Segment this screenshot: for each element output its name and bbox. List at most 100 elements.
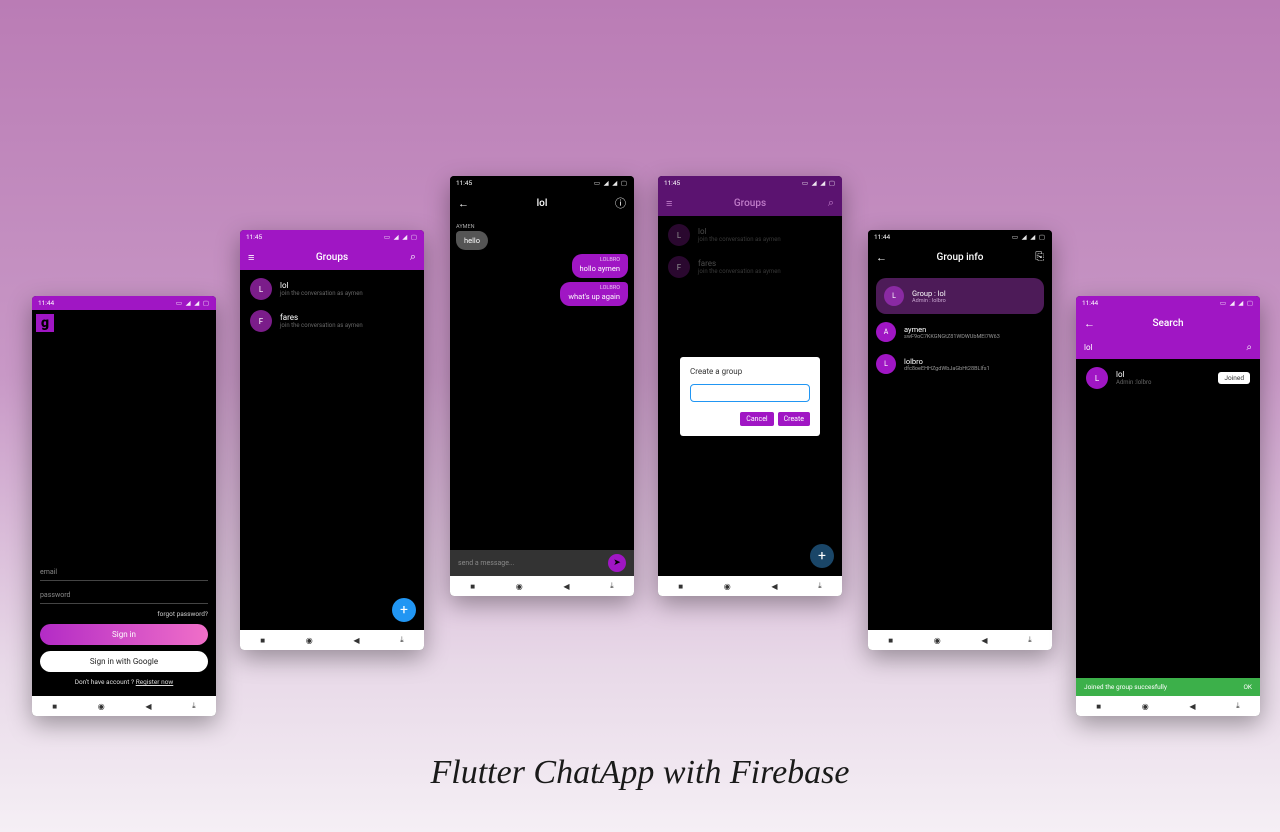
create-group-dialog: Create a group Cancel Create [680,357,820,436]
group-name-input[interactable] [690,384,810,402]
search-icon[interactable]: ⌕ [410,250,416,264]
signin-button[interactable]: Sign in [40,624,208,645]
android-navbar: ■ ◉ ◀ ⤓ [240,630,424,650]
joined-chip[interactable]: Joined [1218,372,1250,384]
dialog-scrim: Create a group Cancel Create [658,216,842,576]
group-name: fares [280,313,363,322]
group-row[interactable]: L lol join the conversation as aymen [250,278,414,300]
search-icon[interactable]: ⌕ [828,196,834,210]
dialog-body: L lol join the conversation as aymen F f… [658,216,842,576]
message-out: LOLBRO what's up again [560,282,628,306]
appbar-title: lol [537,198,548,209]
screen-group-info: 11:44 ▭ ◢ ◢ ▢ ← Group info ⎘ L Group : l… [868,230,1052,650]
nav-home-icon[interactable]: ◉ [934,636,941,645]
message-out: LOLBRO hollo aymen [572,254,628,278]
menu-icon[interactable]: ≡ [248,251,254,264]
nav-home-icon[interactable]: ◉ [1142,702,1149,711]
appbar-title: Groups [734,198,766,209]
email-field[interactable]: email [40,564,208,581]
create-button[interactable]: Create [778,412,810,426]
menu-icon[interactable]: ≡ [666,197,672,210]
status-bar: 11:44 ▭ ◢ ◢ ▢ [1076,296,1260,310]
screen-search: 11:44 ▭ ◢ ◢ ▢ ← Search lol ⌕ L lol Admin… [1076,296,1260,716]
nav-home-icon[interactable]: ◉ [306,636,313,645]
search-icon[interactable]: ⌕ [1246,342,1252,353]
status-bar: 11:44 ▭ ◢ ◢ ▢ [32,296,216,310]
status-time: 11:45 [456,179,472,187]
group-avatar: F [250,310,272,332]
nav-recents-icon[interactable]: ■ [1096,702,1101,711]
nav-recents-icon[interactable]: ■ [888,636,893,645]
result-name: lol [1116,370,1210,379]
register-link[interactable]: Register now [136,678,174,686]
nav-back-icon[interactable]: ◀ [981,636,987,645]
groups-body: L lol join the conversation as aymen F f… [240,270,424,630]
nav-recents-icon[interactable]: ■ [52,702,57,711]
back-icon[interactable]: ← [876,251,887,264]
appbar-search: ← Search [1076,310,1260,336]
message-text: hello [456,231,488,250]
status-time: 11:45 [664,179,680,187]
nav-down-icon[interactable]: ⤓ [192,701,196,711]
nav-home-icon[interactable]: ◉ [724,582,731,591]
add-group-fab[interactable]: + [810,544,834,568]
nav-back-icon[interactable]: ◀ [353,636,359,645]
nav-back-icon[interactable]: ◀ [771,582,777,591]
search-input[interactable]: lol [1084,343,1246,352]
showcase-caption: Flutter ChatApp with Firebase [0,754,1280,792]
info-icon[interactable]: ⓘ [615,195,626,211]
status-icons: ▭ ◢ ◢ ▢ [1012,233,1046,241]
status-time: 11:45 [246,233,262,241]
cancel-button[interactable]: Cancel [740,412,773,426]
app-logo: g [36,314,54,332]
nav-down-icon[interactable]: ⤓ [818,581,822,591]
android-navbar: ■ ◉ ◀ ⤓ [32,696,216,716]
send-button[interactable]: ➤ [608,554,626,572]
member-avatar: L [876,354,896,374]
nav-back-icon[interactable]: ◀ [563,582,569,591]
message-composer: send a message... ➤ [450,550,634,576]
nav-down-icon[interactable]: ⤓ [610,581,614,591]
dialog-title: Create a group [690,367,810,376]
nav-back-icon[interactable]: ◀ [145,702,151,711]
snackbar-text: Joined the group succesfully [1084,683,1167,691]
member-row[interactable]: L lolbro dfc8oeEHHZgdWbJaGbHt28BLlfs1 [876,354,1044,374]
appbar-groups: ≡ Groups ⌕ [240,244,424,270]
search-body: L lol Admin :lolbro Joined Joined the gr… [1076,359,1260,696]
nav-recents-icon[interactable]: ■ [470,582,475,591]
message-sender: AYMEN [456,224,488,230]
nav-down-icon[interactable]: ⤓ [1028,635,1032,645]
status-time: 11:44 [874,233,890,241]
nav-down-icon[interactable]: ⤓ [1236,701,1240,711]
appbar-chat: ← lol ⓘ [450,190,634,216]
back-icon[interactable]: ← [1084,317,1095,330]
nav-recents-icon[interactable]: ■ [260,636,265,645]
member-id: dfc8oeEHHZgdWbJaGbHt28BLlfs1 [904,366,990,372]
password-field[interactable]: password [40,587,208,604]
member-row[interactable]: A aymen swF9oC7KKGNGtZ81WDWUbMEl7W63 [876,322,1044,342]
search-result-row[interactable]: L lol Admin :lolbro Joined [1086,367,1250,389]
group-avatar: L [884,286,904,306]
exit-icon[interactable]: ⎘ [1035,250,1044,264]
composer-input[interactable]: send a message... [458,559,514,567]
message-sender: LOLBRO [580,257,620,263]
nav-home-icon[interactable]: ◉ [98,702,105,711]
back-icon[interactable]: ← [458,197,469,210]
android-navbar: ■ ◉ ◀ ⤓ [1076,696,1260,716]
info-body: L Group : lol Admin : lolbro A aymen swF… [868,270,1052,630]
add-group-fab[interactable]: + [392,598,416,622]
chat-body: AYMEN hello LOLBRO hollo aymen LOLBRO wh… [450,216,634,576]
nav-down-icon[interactable]: ⤓ [400,635,404,645]
member-id: swF9oC7KKGNGtZ81WDWUbMEl7W63 [904,334,1000,340]
nav-recents-icon[interactable]: ■ [678,582,683,591]
group-subtitle: join the conversation as aymen [280,322,363,329]
group-name: lol [280,281,363,290]
nav-back-icon[interactable]: ◀ [1189,702,1195,711]
snackbar-action[interactable]: OK [1243,683,1252,691]
google-signin-button[interactable]: Sign in with Google [40,651,208,672]
status-icons: ▭ ◢ ◢ ▢ [1220,299,1254,307]
group-row[interactable]: F fares join the conversation as aymen [250,310,414,332]
forgot-password-link[interactable]: forgot password? [40,610,208,618]
nav-home-icon[interactable]: ◉ [516,582,523,591]
screen-login: 11:44 ▭ ◢ ◢ ▢ g email password forgot pa… [32,296,216,716]
